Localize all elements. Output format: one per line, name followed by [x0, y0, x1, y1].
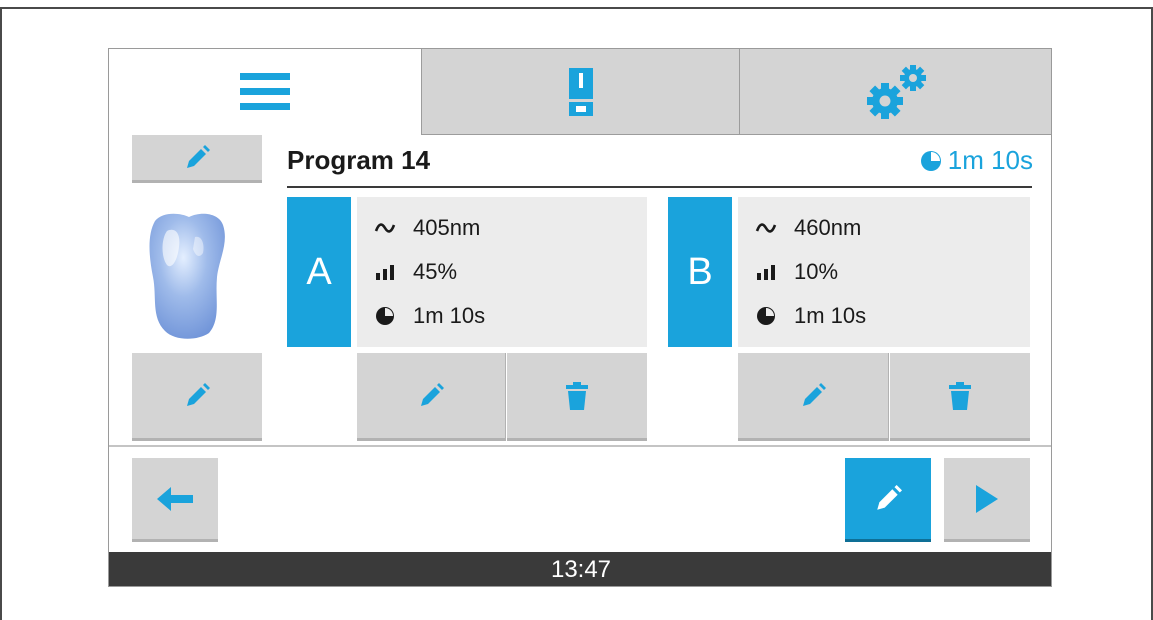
- wavelength-value: 405nm: [413, 215, 481, 240]
- channel-b-panel: B 460nm 10% 1m 10s: [668, 197, 1030, 347]
- pencil-icon: [877, 484, 902, 510]
- total-duration-value: 1m 10s: [947, 145, 1033, 175]
- channel-b-info: 460nm 10% 1m 10s: [738, 197, 1030, 347]
- total-duration: 1m 10s: [920, 145, 1033, 176]
- wavelength-row: 460nm: [754, 215, 861, 241]
- edit-channel-b-button[interactable]: [738, 353, 889, 441]
- status-bar: 13:47: [109, 552, 1051, 586]
- intensity-value: 45%: [413, 259, 458, 284]
- intensity-row: 10%: [754, 259, 838, 285]
- signal-bars-icon: [373, 260, 397, 284]
- device-icon: [568, 67, 593, 116]
- material-thumbnail: [149, 213, 225, 339]
- tab-program[interactable]: [109, 49, 421, 135]
- device-screen: Program 14 1m 10s A 405nm 45% 1m 10s B 4…: [108, 48, 1052, 587]
- signal-bars-icon: [754, 260, 778, 284]
- channel-a-info: 405nm 45% 1m 10s: [357, 197, 647, 347]
- tab-bar: [109, 49, 1051, 135]
- clock-time: 13:47: [550, 556, 612, 583]
- duration-row: 1m 10s: [754, 303, 866, 329]
- edit-program-name-button[interactable]: [132, 135, 262, 183]
- clock-icon: [373, 304, 397, 328]
- gears-icon: [866, 64, 926, 119]
- title-divider: [287, 186, 1032, 188]
- channel-a-badge: A: [287, 197, 351, 347]
- intensity-row: 45%: [373, 259, 457, 285]
- tab-settings[interactable]: [739, 49, 1051, 135]
- delete-channel-a-button[interactable]: [507, 353, 647, 441]
- intensity-value: 10%: [794, 259, 839, 284]
- trash-icon: [566, 381, 588, 410]
- section-divider: [109, 445, 1051, 447]
- clock-icon: [754, 304, 778, 328]
- back-button[interactable]: [132, 458, 218, 542]
- arrow-left-icon: [157, 486, 193, 511]
- pencil-icon: [187, 144, 210, 168]
- edit-channel-a-button[interactable]: [357, 353, 506, 441]
- edit-program-button[interactable]: [845, 458, 931, 542]
- frame-left-line: [0, 7, 2, 620]
- edit-material-button[interactable]: [132, 353, 262, 441]
- play-icon: [976, 484, 998, 513]
- trash-icon: [949, 381, 971, 410]
- duration-value: 1m 10s: [794, 303, 867, 328]
- start-program-button[interactable]: [944, 458, 1030, 542]
- delete-channel-b-button[interactable]: [890, 353, 1030, 441]
- channel-a-panel: A 405nm 45% 1m 10s: [287, 197, 647, 347]
- program-title: Program 14: [287, 145, 431, 175]
- clock-icon: [920, 150, 941, 171]
- wavelength-value: 460nm: [794, 215, 862, 240]
- pencil-icon: [187, 382, 210, 406]
- frame-top-line: [0, 7, 1153, 9]
- tab-device[interactable]: [421, 49, 739, 135]
- menu-icon: [240, 73, 290, 110]
- pencil-icon: [421, 382, 444, 406]
- channel-b-badge: B: [668, 197, 732, 347]
- pencil-icon: [803, 382, 826, 406]
- duration-row: 1m 10s: [373, 303, 485, 329]
- wave-icon: [754, 216, 778, 240]
- wave-icon: [373, 216, 397, 240]
- duration-value: 1m 10s: [413, 303, 486, 328]
- wavelength-row: 405nm: [373, 215, 480, 241]
